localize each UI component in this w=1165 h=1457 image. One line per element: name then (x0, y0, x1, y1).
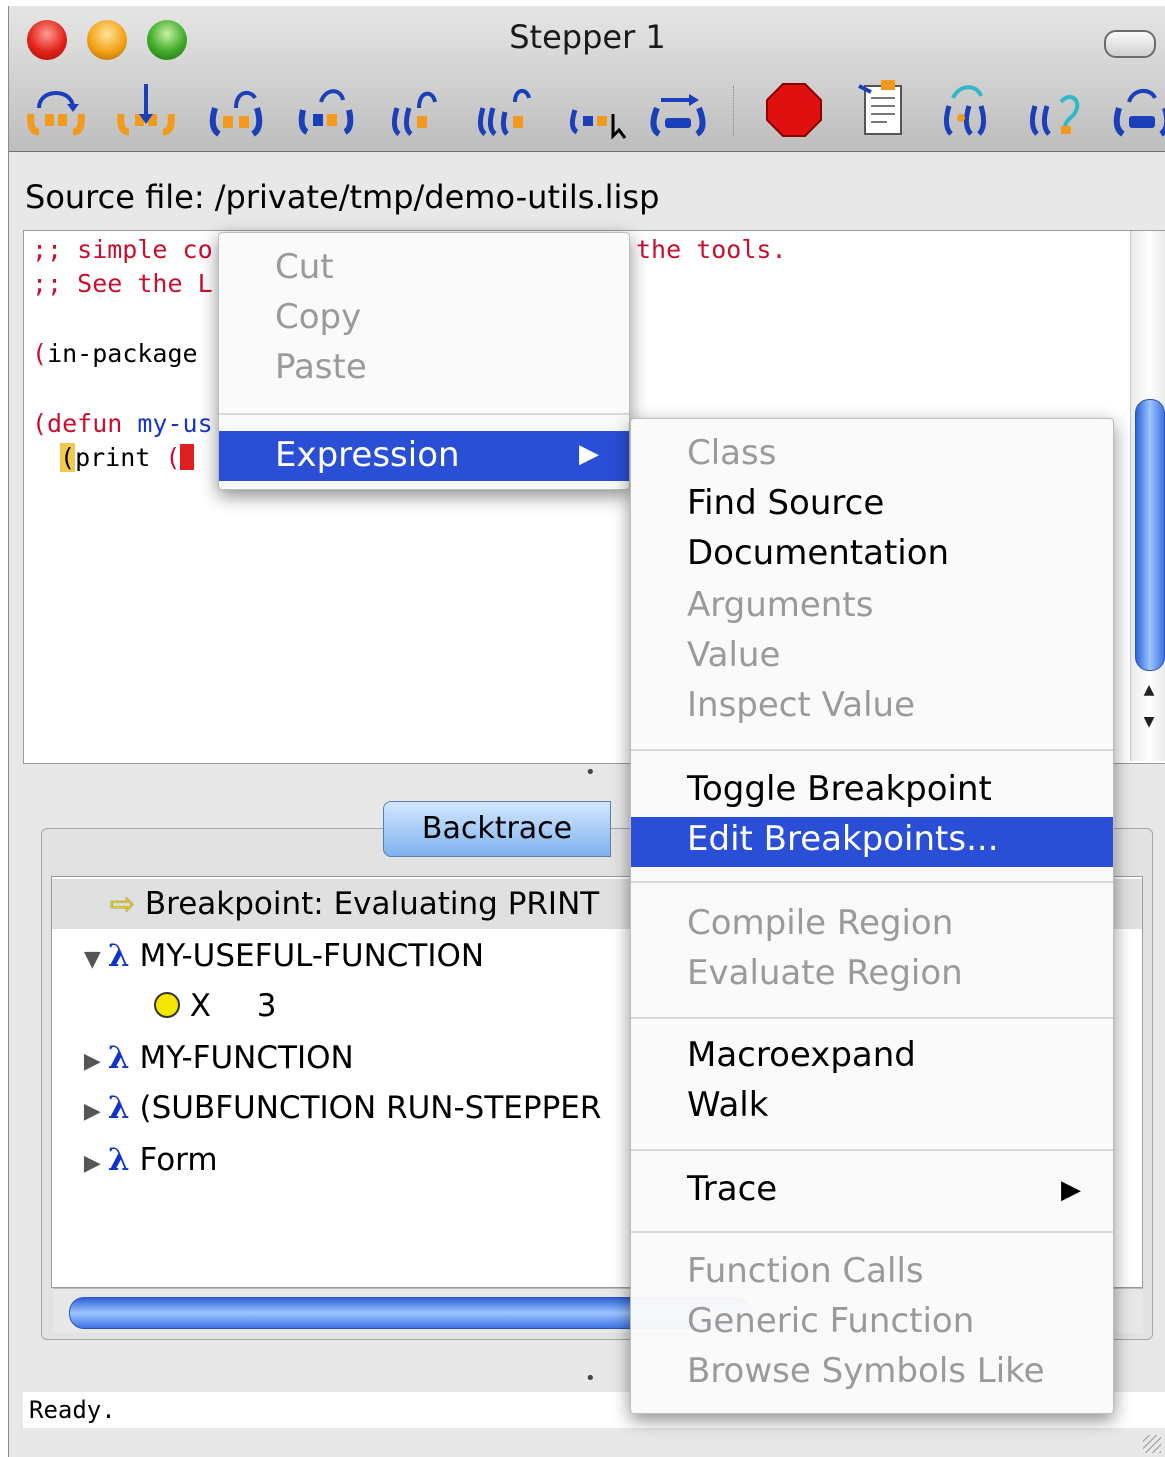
disclosure-closed-icon[interactable]: ▶ (84, 1037, 108, 1087)
lambda-icon: λ (107, 1142, 130, 1178)
tree-row-label: Breakpoint: Evaluating PRINT (144, 886, 600, 922)
code-token: print (75, 443, 166, 472)
code-paren: ( (32, 339, 48, 368)
menu-separator (631, 1149, 1113, 1151)
menu-item-compile-region[interactable]: Compile Region (687, 903, 953, 943)
menu-item-walk[interactable]: Walk (687, 1085, 768, 1125)
code-line-4: (defun my-us (32, 409, 213, 438)
menu-item-expression[interactable]: Expression ▶ (219, 431, 629, 481)
menu-item-copy[interactable]: Copy (275, 297, 361, 337)
context-menu: Cut Copy Paste Expression ▶ (218, 232, 630, 490)
code-line-3: (in-package (32, 339, 198, 368)
menu-item-paste[interactable]: Paste (275, 347, 367, 387)
variable-name: X (189, 988, 211, 1024)
menu-item-arguments[interactable]: Arguments (687, 585, 873, 625)
tab-backtrace[interactable]: Backtrace (383, 801, 611, 857)
tree-row-label: MY-USEFUL-FUNCTION (139, 938, 485, 974)
tree-row-label: (SUBFUNCTION RUN-STEPPER (139, 1090, 602, 1126)
title-bar: Stepper 1 (9, 6, 1165, 152)
step-continue-icon[interactable] (647, 78, 709, 140)
menu-item-find-source[interactable]: Find Source (687, 483, 884, 523)
editor-scroll-thumb[interactable] (1135, 399, 1165, 671)
step-nested-call-icon[interactable] (475, 78, 537, 140)
step-into-icon[interactable] (115, 78, 177, 140)
scroll-down-arrow-icon[interactable]: ▼ (1131, 711, 1165, 737)
step-over-icon[interactable] (25, 78, 87, 140)
menu-item-expression-label: Expression (275, 435, 460, 475)
code-line-1-end: the tools. (636, 235, 787, 264)
show-value-icon[interactable] (1111, 78, 1165, 140)
code-line-1: ;; simple co (32, 235, 213, 264)
menu-item-documentation[interactable]: Documentation (687, 533, 949, 573)
scroll-up-arrow-icon[interactable]: ▲ (1131, 679, 1165, 705)
source-file-label: Source file: /private/tmp/demo-utils.lis… (25, 178, 660, 216)
source-document-icon[interactable] (851, 78, 913, 140)
menu-item-trace[interactable]: Trace (687, 1169, 777, 1209)
code-token: my-us (137, 409, 213, 438)
step-through-call-icon[interactable] (385, 78, 447, 140)
expression-submenu: Class Find Source Documentation Argument… (630, 418, 1114, 1414)
menu-item-browse-symbols-like[interactable]: Browse Symbols Like (687, 1351, 1045, 1391)
editor-vertical-scrollbar[interactable]: ▲ ▼ (1130, 231, 1165, 761)
step-to-cursor-icon[interactable] (565, 78, 627, 140)
disclosure-open-icon[interactable]: ▼ (84, 935, 108, 985)
window-title: Stepper 1 (509, 18, 666, 56)
disclosure-closed-icon[interactable]: ▶ (84, 1087, 108, 1137)
lambda-icon: λ (107, 1040, 130, 1076)
splitter-handle-icon[interactable]: • (585, 1368, 596, 1389)
menu-item-cut[interactable]: Cut (275, 247, 334, 287)
code-token: ( (165, 443, 181, 472)
menu-item-toggle-breakpoint[interactable]: Toggle Breakpoint (687, 769, 992, 809)
menu-item-value[interactable]: Value (687, 635, 780, 675)
breakpoint-paren: ( (60, 443, 76, 472)
step-out-icon[interactable] (205, 78, 267, 140)
code-line-5: (print ( (60, 443, 195, 472)
tree-row-label: Form (139, 1142, 218, 1178)
splitter-handle-icon[interactable]: • (585, 762, 596, 783)
undo-macroexpand-icon[interactable] (1025, 78, 1087, 140)
resize-grip-icon[interactable] (1143, 1435, 1161, 1453)
code-line-2: ;; See the L (32, 269, 213, 298)
toolbar-toggle-button[interactable] (1104, 30, 1156, 58)
menu-separator (631, 1017, 1113, 1019)
menu-separator (631, 749, 1113, 751)
step-next-icon[interactable] (295, 78, 357, 140)
code-token: in-package (47, 339, 198, 368)
menu-separator (631, 1231, 1113, 1233)
submenu-arrow-icon: ▶ (579, 439, 599, 469)
menu-item-inspect-value[interactable]: Inspect Value (687, 685, 915, 725)
restart-frame-icon[interactable] (939, 78, 1001, 140)
menu-item-function-calls[interactable]: Function Calls (687, 1251, 924, 1291)
arrow-right-icon: ⇨ (109, 887, 135, 922)
lambda-icon: λ (107, 1090, 130, 1126)
menu-separator (631, 881, 1113, 883)
submenu-arrow-icon: ▶ (1061, 1175, 1081, 1205)
menu-item-evaluate-region[interactable]: Evaluate Region (687, 953, 963, 993)
cursor-marker (180, 444, 195, 470)
menu-separator (219, 413, 629, 415)
code-token: (defun (32, 409, 138, 438)
menu-item-macroexpand[interactable]: Macroexpand (687, 1035, 916, 1075)
variable-value: 3 (256, 988, 277, 1024)
variable-dot-icon (153, 992, 180, 1018)
tree-row-label: MY-FUNCTION (139, 1040, 354, 1076)
menu-item-generic-function[interactable]: Generic Function (687, 1301, 974, 1341)
menu-item-edit-breakpoints-label: Edit Breakpoints... (687, 819, 999, 859)
stop-sign-icon[interactable] (763, 78, 825, 140)
toolbar-separator (733, 86, 734, 136)
menu-item-class[interactable]: Class (687, 433, 776, 473)
lambda-icon: λ (107, 938, 130, 974)
menu-item-edit-breakpoints[interactable]: Edit Breakpoints... (631, 817, 1113, 867)
disclosure-closed-icon[interactable]: ▶ (84, 1139, 108, 1189)
